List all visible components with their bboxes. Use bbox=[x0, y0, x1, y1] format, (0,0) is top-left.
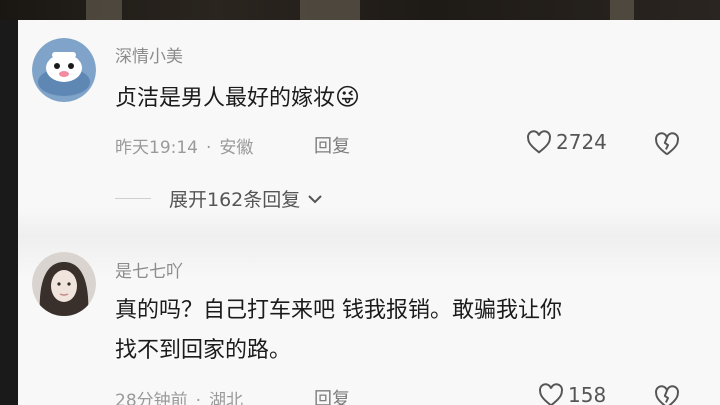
comment-text-line: 真的吗？自己打车来吧 钱我报销。敢骗我让你 bbox=[115, 298, 562, 323]
divider-line bbox=[115, 198, 151, 199]
dislike-button[interactable] bbox=[654, 132, 680, 160]
video-frame-detail bbox=[300, 0, 360, 20]
comment-text: 真的吗？自己打车来吧 钱我报销。敢骗我让你 找不到回家的路。 bbox=[115, 292, 562, 370]
heart-outline-icon bbox=[539, 383, 563, 405]
avatar[interactable] bbox=[32, 38, 96, 102]
like-button[interactable]: 158 bbox=[538, 383, 606, 405]
dislike-button[interactable] bbox=[654, 385, 680, 405]
meta-separator: · bbox=[206, 138, 212, 158]
like-count: 2724 bbox=[556, 130, 607, 154]
comment-text-body: 贞洁是男人最好的嫁妆 bbox=[115, 86, 336, 111]
comment-username[interactable]: 深情小美 bbox=[115, 42, 183, 67]
like-button[interactable]: 2724 bbox=[526, 130, 607, 154]
broken-heart-icon bbox=[655, 132, 679, 156]
video-frame-detail bbox=[610, 0, 634, 20]
chevron-down-icon bbox=[308, 194, 322, 203]
comment-time: 28分钟前 bbox=[115, 391, 188, 405]
reply-button[interactable]: 回复 bbox=[314, 385, 350, 405]
comment-text: 贞洁是男人最好的嫁妆😜 bbox=[115, 78, 360, 118]
heart-outline-icon bbox=[527, 130, 551, 154]
avatar[interactable] bbox=[32, 252, 96, 316]
comment-username[interactable]: 是七七吖 bbox=[115, 257, 183, 282]
broken-heart-icon bbox=[655, 385, 679, 405]
comment-location: 安徽 bbox=[219, 138, 254, 158]
comment-meta: 昨天19:14 · 安徽 bbox=[115, 133, 253, 158]
wink-emoji-icon: 😜 bbox=[335, 83, 361, 111]
comment-text-line: 找不到回家的路。 bbox=[115, 338, 292, 363]
comment-location: 湖北 bbox=[209, 391, 244, 405]
comment-panel: 深情小美 贞洁是男人最好的嫁妆😜 昨天19:14 · 安徽 回复 2724 展开16… bbox=[18, 20, 720, 405]
like-count: 158 bbox=[568, 383, 607, 405]
reply-button[interactable]: 回复 bbox=[314, 132, 350, 158]
video-top-strip bbox=[0, 0, 720, 20]
video-frame-detail bbox=[86, 0, 122, 20]
meta-separator: · bbox=[195, 391, 202, 405]
comment-meta: 28分钟前 · 湖北 bbox=[115, 386, 243, 405]
comment-time: 昨天19:14 bbox=[115, 138, 198, 158]
